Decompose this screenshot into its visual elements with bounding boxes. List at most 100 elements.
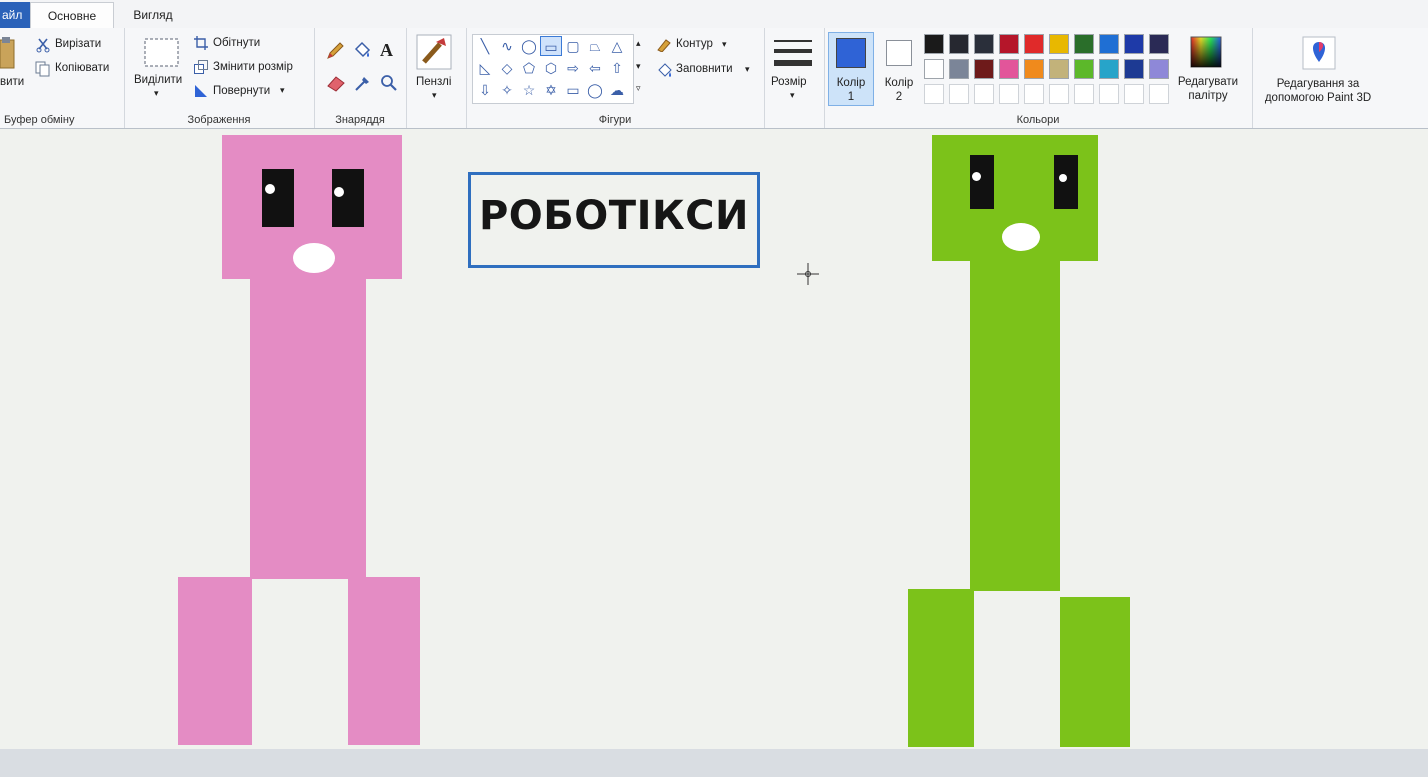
group-brushes: Пензлі ▾ [406, 28, 467, 128]
color2-swatch[interactable] [886, 40, 912, 66]
palette-swatch[interactable] [924, 59, 944, 79]
curve-shape-icon[interactable]: ∿ [496, 36, 518, 56]
palette-swatch[interactable] [974, 34, 994, 54]
palette-swatch[interactable] [924, 34, 944, 54]
cut-button[interactable]: Вирізати [55, 38, 101, 50]
diamond-shape-icon[interactable]: ◇ [496, 58, 518, 78]
rect-callout-shape-icon[interactable]: ▭ [562, 80, 584, 100]
select-button[interactable]: Виділити [134, 74, 182, 86]
palette-custom-slot[interactable] [1024, 84, 1044, 104]
paste-button-label[interactable]: вити [0, 76, 24, 88]
pink-robot-body [250, 279, 366, 579]
shapes-scroll-down[interactable]: ▾ [636, 61, 641, 72]
polygon-shape-icon[interactable]: ⏢ [584, 36, 606, 56]
resize-button[interactable]: Змінити розмір [213, 61, 293, 73]
palette-swatch[interactable] [999, 59, 1019, 79]
left-arrow-shape-icon[interactable]: ⇦ [584, 58, 606, 78]
magnifier-icon[interactable] [380, 74, 398, 92]
pink-robot-mouth [293, 243, 335, 273]
palette-swatch[interactable] [1049, 34, 1069, 54]
paint3d-line2[interactable]: допомогою Paint 3D [1252, 91, 1384, 105]
text-tool-icon[interactable]: A [380, 40, 393, 61]
rotate-dropdown-arrow[interactable]: ▾ [280, 85, 285, 96]
brush-icon[interactable] [416, 34, 452, 70]
palette-custom-slot[interactable] [924, 84, 944, 104]
tab-view[interactable]: Вигляд [118, 2, 188, 28]
six-point-star-shape-icon[interactable]: ✡ [540, 80, 562, 100]
rounded-rectangle-shape-icon[interactable]: ▢ [562, 36, 584, 56]
horizontal-scrollbar[interactable] [0, 749, 1428, 777]
palette-swatch[interactable] [999, 34, 1019, 54]
shapes-expand[interactable]: ▿ [636, 83, 641, 94]
fill-dropdown-arrow[interactable]: ▾ [745, 64, 750, 75]
palette-swatch[interactable] [1149, 34, 1169, 54]
palette-custom-slot[interactable] [1099, 84, 1119, 104]
tab-home[interactable]: Основне [30, 2, 114, 29]
paste-icon[interactable] [0, 34, 16, 70]
fill-dropdown[interactable]: Заповнити [676, 63, 733, 75]
palette-custom-slot[interactable] [1074, 84, 1094, 104]
palette-custom-slot[interactable] [974, 84, 994, 104]
edit-palette-line2[interactable]: палітру [1164, 89, 1252, 103]
palette-swatch[interactable] [1074, 34, 1094, 54]
palette-custom-slot[interactable] [949, 84, 969, 104]
select-icon[interactable] [144, 38, 180, 68]
paint3d-line1[interactable]: Редагування за [1252, 77, 1384, 91]
oval-shape-icon[interactable]: ◯ [518, 36, 540, 56]
palette-swatch[interactable] [1099, 59, 1119, 79]
up-arrow-shape-icon[interactable]: ⇧ [606, 58, 628, 78]
crop-icon [194, 36, 208, 50]
palette-custom-slot[interactable] [1049, 84, 1069, 104]
resize-icon [194, 60, 208, 74]
edit-palette-icon[interactable] [1190, 36, 1222, 68]
palette-swatch[interactable] [1124, 34, 1144, 54]
crop-button[interactable]: Обітнути [213, 37, 260, 49]
cloud-callout-shape-icon[interactable]: ☁ [606, 80, 628, 100]
right-triangle-shape-icon[interactable]: ◺ [474, 58, 496, 78]
palette-swatch[interactable] [949, 34, 969, 54]
pentagon-shape-icon[interactable]: ⬠ [518, 58, 540, 78]
palette-custom-slot[interactable] [999, 84, 1019, 104]
size-dropdown-arrow[interactable]: ▾ [790, 90, 795, 101]
green-robot-left-pupil [972, 172, 981, 181]
select-dropdown-arrow[interactable]: ▾ [154, 88, 159, 99]
palette-custom-slot[interactable] [1124, 84, 1144, 104]
rectangle-shape-icon[interactable]: ▭ [540, 36, 562, 56]
group-paint3d: Редагування за допомогою Paint 3D [1252, 28, 1390, 128]
title-textbox[interactable]: РОБОТІКСИ [468, 172, 760, 268]
palette-swatch[interactable] [1024, 34, 1044, 54]
tab-file[interactable]: айл [0, 2, 30, 28]
fill-bucket-icon[interactable] [352, 41, 372, 61]
canvas-area[interactable]: РОБОТІКСИ [0, 129, 1428, 749]
edit-palette-line1[interactable]: Редагувати [1164, 75, 1252, 89]
pencil-icon[interactable] [326, 42, 344, 60]
shapes-scroll-up[interactable]: ▴ [636, 38, 641, 49]
rotate-button[interactable]: Повернути [213, 85, 270, 97]
size-button[interactable]: Розмір [771, 76, 807, 88]
four-point-star-shape-icon[interactable]: ✧ [496, 80, 518, 100]
outline-dropdown[interactable]: Контур [676, 38, 713, 50]
triangle-shape-icon[interactable]: △ [606, 36, 628, 56]
copy-button[interactable]: Копіювати [55, 62, 109, 74]
paint3d-icon[interactable] [1302, 36, 1336, 70]
palette-swatch[interactable] [949, 59, 969, 79]
oval-callout-shape-icon[interactable]: ◯ [584, 80, 606, 100]
outline-dropdown-arrow[interactable]: ▾ [722, 39, 727, 50]
palette-swatch[interactable] [1049, 59, 1069, 79]
palette-swatch[interactable] [1099, 34, 1119, 54]
size-icon[interactable] [774, 38, 812, 68]
right-arrow-shape-icon[interactable]: ⇨ [562, 58, 584, 78]
brushes-dropdown-arrow[interactable]: ▾ [432, 90, 437, 101]
hexagon-shape-icon[interactable]: ⬡ [540, 58, 562, 78]
scissors-icon [36, 38, 50, 53]
eraser-icon[interactable] [326, 74, 346, 92]
color-picker-icon[interactable] [354, 74, 372, 92]
palette-swatch[interactable] [1024, 59, 1044, 79]
down-arrow-shape-icon[interactable]: ⇩ [474, 80, 496, 100]
palette-swatch[interactable] [1124, 59, 1144, 79]
line-shape-icon[interactable]: ╲ [474, 36, 496, 56]
brushes-button[interactable]: Пензлі [416, 76, 451, 88]
palette-swatch[interactable] [1074, 59, 1094, 79]
five-point-star-shape-icon[interactable]: ☆ [518, 80, 540, 100]
palette-swatch[interactable] [974, 59, 994, 79]
